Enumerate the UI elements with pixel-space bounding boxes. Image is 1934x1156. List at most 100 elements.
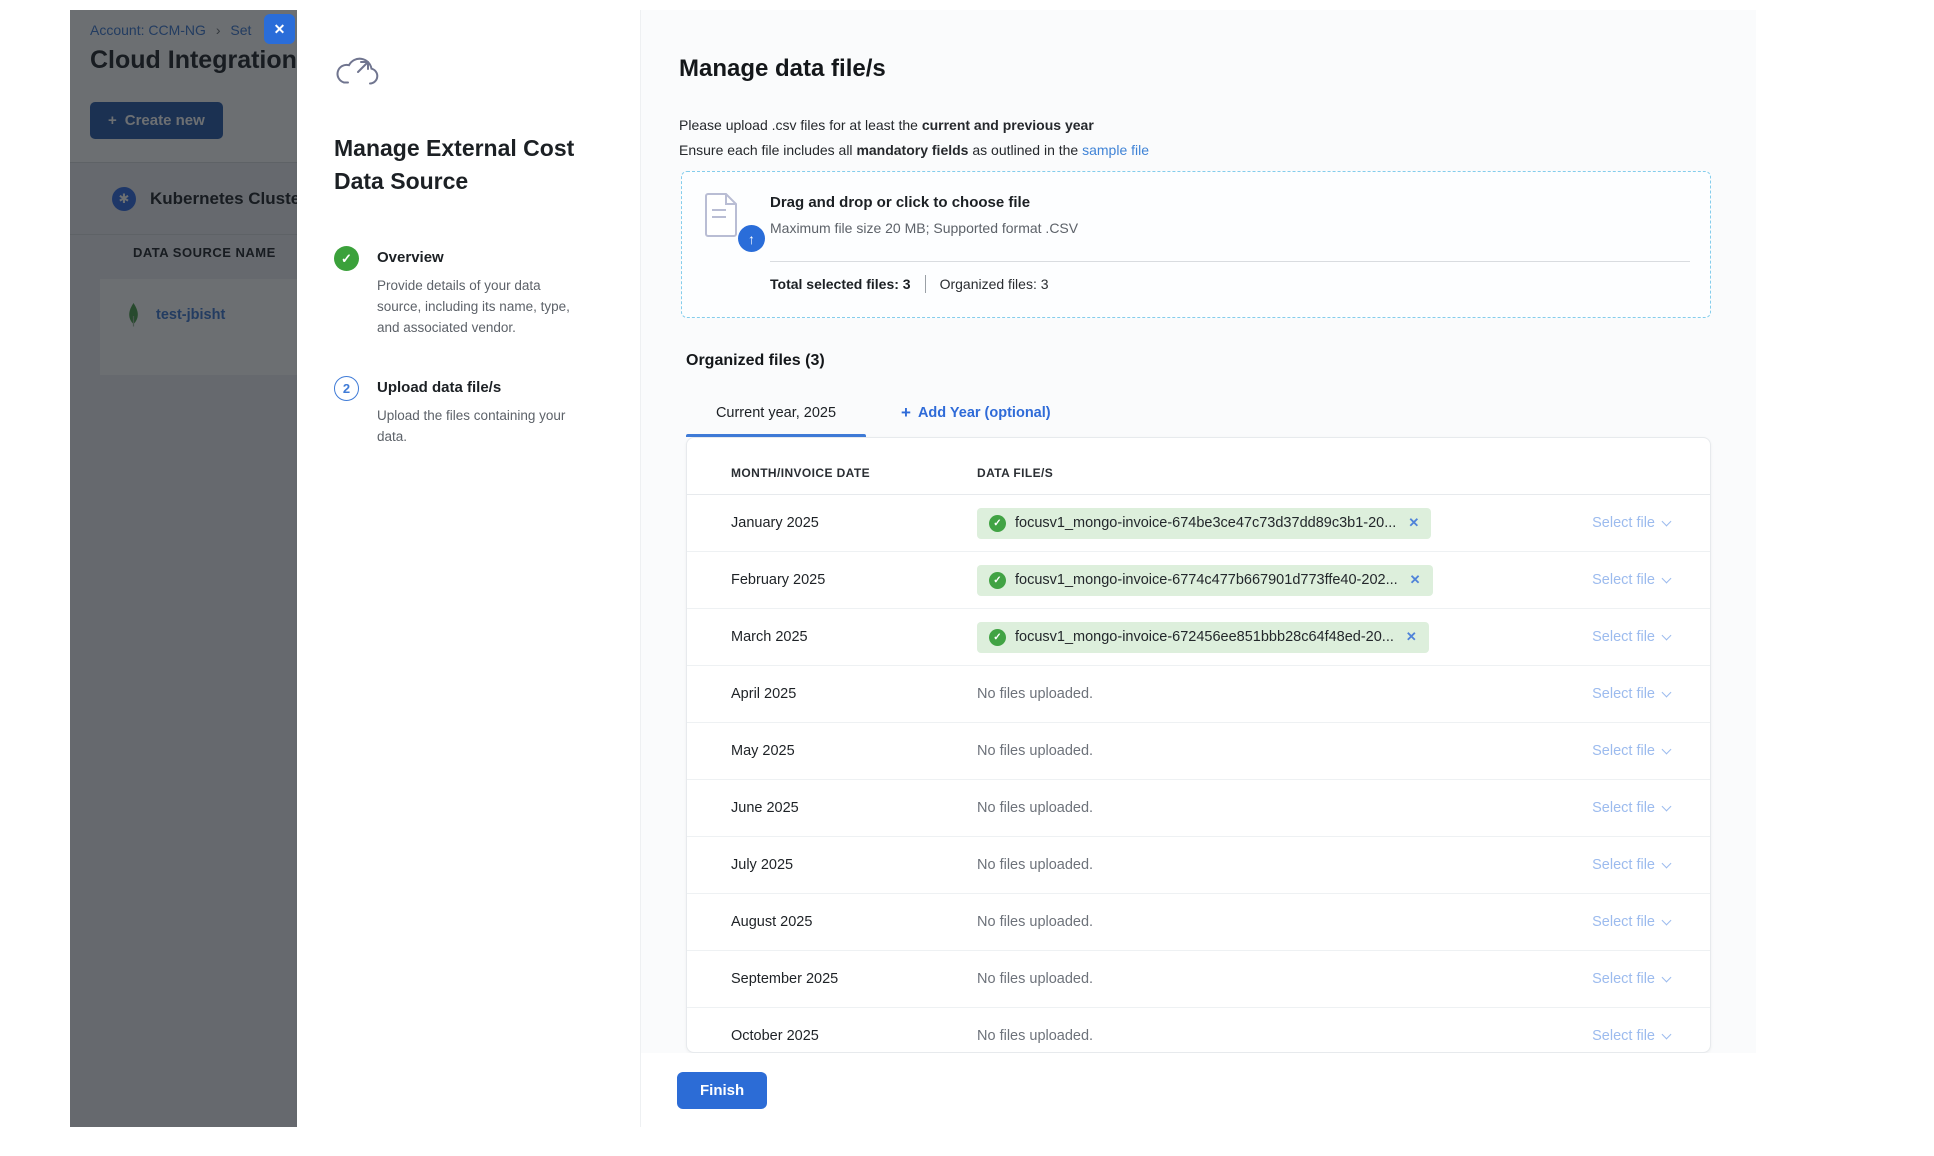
monthly-files-card: MONTH/INVOICE DATE DATA FILE/S January 2… xyxy=(686,437,1711,1053)
column-header-data-files: DATA FILE/S xyxy=(977,466,1535,480)
organized-files-count: Organized files: 3 xyxy=(940,276,1049,292)
select-file-dropdown[interactable]: Select file xyxy=(1592,515,1670,531)
table-row: July 2025 No files uploaded. Select file xyxy=(687,837,1710,894)
file-name: focusv1_mongo-invoice-6774c477b667901d77… xyxy=(1015,572,1398,588)
select-file-label: Select file xyxy=(1592,515,1655,531)
finish-button[interactable]: Finish xyxy=(677,1072,767,1109)
wizard-steps: ✓ Overview Provide details of your data … xyxy=(334,246,600,447)
remove-file-icon[interactable]: ✕ xyxy=(1410,572,1421,588)
select-file-dropdown[interactable]: Select file xyxy=(1592,572,1670,588)
content-title: Manage data file/s xyxy=(679,55,886,83)
month-label: June 2025 xyxy=(687,800,977,816)
plus-icon: + xyxy=(901,403,911,423)
month-label: May 2025 xyxy=(687,743,977,759)
select-file-label: Select file xyxy=(1592,800,1655,816)
chevron-down-icon xyxy=(1662,573,1672,583)
tab-current-year[interactable]: Current year, 2025 xyxy=(686,388,866,437)
chevron-down-icon xyxy=(1662,801,1672,811)
step-overview-description: Provide details of your data source, inc… xyxy=(377,275,587,338)
app-window: Account: CCM-NG › Set Cloud Integration … xyxy=(70,10,1756,1127)
upload-instructions: Please upload .csv files for at least th… xyxy=(679,113,1149,163)
column-header-month: MONTH/INVOICE DATE xyxy=(687,466,977,480)
uploaded-file-chip: ✓ focusv1_mongo-invoice-672456ee851bbb28… xyxy=(977,622,1429,653)
select-file-dropdown[interactable]: Select file xyxy=(1592,686,1670,702)
table-row: February 2025 ✓ focusv1_mongo-invoice-67… xyxy=(687,552,1710,609)
table-row: April 2025 No files uploaded. Select fil… xyxy=(687,666,1710,723)
step-overview[interactable]: ✓ Overview Provide details of your data … xyxy=(334,246,600,338)
step-complete-check-icon: ✓ xyxy=(334,246,359,271)
chevron-down-icon xyxy=(1662,915,1672,925)
chevron-down-icon xyxy=(1662,744,1672,754)
select-file-dropdown[interactable]: Select file xyxy=(1592,629,1670,645)
table-row: January 2025 ✓ focusv1_mongo-invoice-674… xyxy=(687,495,1710,552)
chevron-down-icon xyxy=(1662,630,1672,640)
drawer-footer: Finish xyxy=(641,1053,1756,1127)
no-files-text: No files uploaded. xyxy=(977,743,1093,759)
tab-add-year[interactable]: + Add Year (optional) xyxy=(901,388,1051,437)
step-number-badge: 2 xyxy=(334,376,359,401)
file-success-check-icon: ✓ xyxy=(989,515,1006,532)
select-file-label: Select file xyxy=(1592,686,1655,702)
month-label: September 2025 xyxy=(687,971,977,987)
select-file-dropdown[interactable]: Select file xyxy=(1592,857,1670,873)
chevron-down-icon xyxy=(1662,687,1672,697)
month-label: October 2025 xyxy=(687,1028,977,1044)
select-file-dropdown[interactable]: Select file xyxy=(1592,743,1670,759)
upload-file-icon: ↑ xyxy=(704,192,768,256)
step-upload-description: Upload the files containing your data. xyxy=(377,405,587,447)
chevron-down-icon xyxy=(1662,972,1672,982)
month-label: August 2025 xyxy=(687,914,977,930)
no-files-text: No files uploaded. xyxy=(977,857,1093,873)
files-table-body: January 2025 ✓ focusv1_mongo-invoice-674… xyxy=(687,495,1710,1053)
chevron-down-icon xyxy=(1662,516,1672,526)
total-selected-files: Total selected files: 3 xyxy=(770,276,911,292)
table-row: August 2025 No files uploaded. Select fi… xyxy=(687,894,1710,951)
organized-files-heading: Organized files (3) xyxy=(686,352,825,370)
file-name: focusv1_mongo-invoice-674be3ce47c73d37dd… xyxy=(1015,515,1396,531)
remove-file-icon[interactable]: ✕ xyxy=(1408,515,1419,531)
no-files-text: No files uploaded. xyxy=(977,971,1093,987)
uploaded-file-chip: ✓ focusv1_mongo-invoice-674be3ce47c73d37… xyxy=(977,508,1431,539)
month-label: February 2025 xyxy=(687,572,977,588)
select-file-dropdown[interactable]: Select file xyxy=(1592,971,1670,987)
no-files-text: No files uploaded. xyxy=(977,914,1093,930)
select-file-label: Select file xyxy=(1592,743,1655,759)
dropzone-subtitle: Maximum file size 20 MB; Supported forma… xyxy=(770,220,1078,236)
select-file-label: Select file xyxy=(1592,914,1655,930)
select-file-label: Select file xyxy=(1592,971,1655,987)
file-name: focusv1_mongo-invoice-672456ee851bbb28c6… xyxy=(1015,629,1394,645)
upload-arrow-icon: ↑ xyxy=(738,225,765,252)
files-table-header: MONTH/INVOICE DATE DATA FILE/S xyxy=(687,438,1710,495)
month-label: January 2025 xyxy=(687,515,977,531)
month-label: July 2025 xyxy=(687,857,977,873)
no-files-text: No files uploaded. xyxy=(977,686,1093,702)
chevron-down-icon xyxy=(1662,1029,1672,1039)
close-button[interactable]: ✕ xyxy=(264,14,295,44)
instruction-line-2: Ensure each file includes all mandatory … xyxy=(679,138,1149,163)
year-tabs: Current year, 2025 + Add Year (optional) xyxy=(686,388,1051,437)
cloud-export-icon xyxy=(334,54,380,90)
month-label: April 2025 xyxy=(687,686,977,702)
month-label: March 2025 xyxy=(687,629,977,645)
manage-data-source-drawer: Manage External Cost Data Source ✓ Overv… xyxy=(297,10,1756,1127)
table-row: March 2025 ✓ focusv1_mongo-invoice-67245… xyxy=(687,609,1710,666)
select-file-dropdown[interactable]: Select file xyxy=(1592,914,1670,930)
file-success-check-icon: ✓ xyxy=(989,629,1006,646)
table-row: September 2025 No files uploaded. Select… xyxy=(687,951,1710,1008)
table-row: May 2025 No files uploaded. Select file xyxy=(687,723,1710,780)
no-files-text: No files uploaded. xyxy=(977,1028,1093,1044)
wizard-title: Manage External Cost Data Source xyxy=(334,132,589,198)
dropzone-totals: Total selected files: 3 Organized files:… xyxy=(770,275,1049,293)
step-upload-label: Upload data file/s xyxy=(377,376,587,396)
remove-file-icon[interactable]: ✕ xyxy=(1406,629,1417,645)
sample-file-link[interactable]: sample file xyxy=(1082,142,1149,158)
totals-divider xyxy=(925,275,926,293)
select-file-dropdown[interactable]: Select file xyxy=(1592,1028,1670,1044)
select-file-dropdown[interactable]: Select file xyxy=(1592,800,1670,816)
upload-content-panel: Manage data file/s Please upload .csv fi… xyxy=(640,10,1756,1127)
dropzone-divider xyxy=(770,261,1690,262)
table-row: October 2025 No files uploaded. Select f… xyxy=(687,1008,1710,1053)
file-dropzone[interactable]: ↑ Drag and drop or click to choose file … xyxy=(681,171,1711,318)
select-file-label: Select file xyxy=(1592,857,1655,873)
step-upload-data-files[interactable]: 2 Upload data file/s Upload the files co… xyxy=(334,376,600,447)
